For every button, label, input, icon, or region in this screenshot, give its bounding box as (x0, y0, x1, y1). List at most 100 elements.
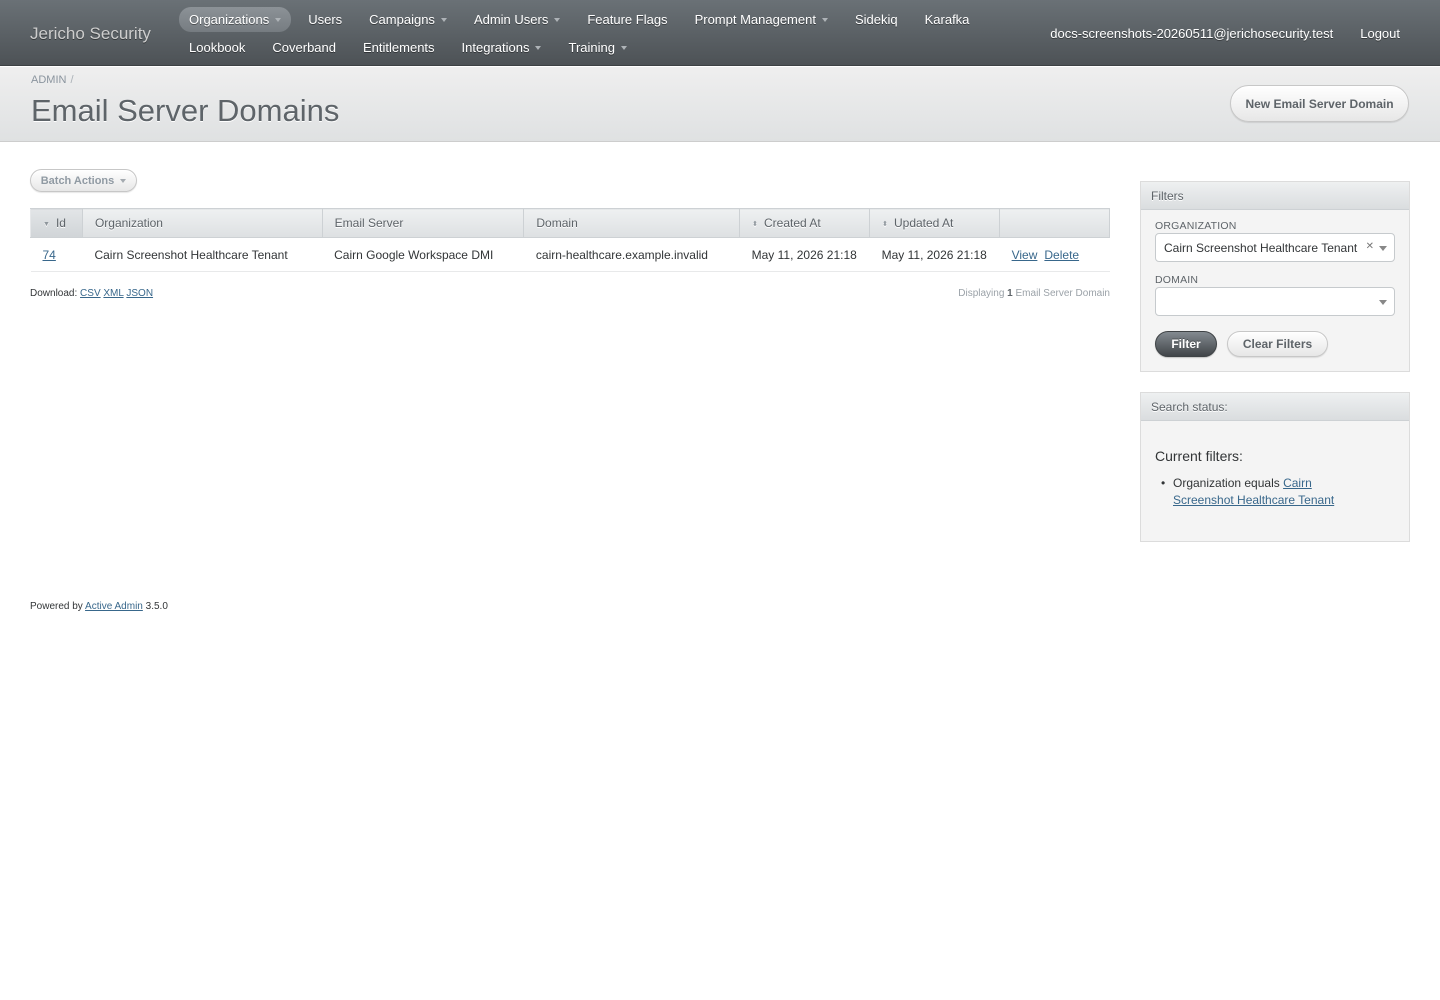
sort-icon: ⬍ (752, 221, 758, 228)
download-links: Download: CSV XML JSON (30, 288, 153, 299)
nav-label: Coverband (272, 40, 336, 55)
top-header: Jericho Security Organizations Users Cam… (0, 0, 1440, 66)
chevron-down-icon (1379, 246, 1387, 251)
chevron-down-icon (120, 178, 127, 183)
title-bar: ADMIN / Email Server Domains New Email Se… (0, 66, 1440, 142)
column-organization: Organization (81, 208, 323, 238)
organization-filter-select[interactable]: Cairn Screenshot Healthcare Tenant ✕ (1155, 233, 1395, 262)
nav-feature-flags[interactable]: Feature Flags (577, 7, 677, 32)
column-domain: Domain (523, 208, 741, 238)
filters-panel: Filters ORGANIZATION Cairn Screenshot He… (1140, 181, 1410, 372)
clear-selection-icon[interactable]: ✕ (1366, 241, 1374, 252)
column-actions (999, 208, 1110, 238)
search-status-panel: Search status: Current filters: • Organi… (1140, 392, 1410, 542)
download-csv-link[interactable]: CSV (80, 288, 101, 299)
breadcrumb-admin[interactable]: ADMIN (31, 74, 66, 86)
nav-organizations[interactable]: Organizations (179, 7, 292, 32)
pagination-prefix: Displaying (958, 288, 1005, 299)
record-id-link[interactable]: 74 (43, 248, 56, 262)
nav-sidekiq[interactable]: Sidekiq (845, 7, 908, 32)
footer-powered-by: Powered by (30, 601, 83, 612)
pagination-suffix: Email Server Domain (1015, 288, 1110, 299)
current-filter-entry: • Organization equals Cairn Screenshot H… (1161, 475, 1361, 509)
column-created-at[interactable]: ⬍ Created At (739, 208, 871, 238)
pagination-count: 1 (1007, 288, 1013, 299)
chevron-down-icon (535, 45, 542, 50)
active-admin-link[interactable]: Active Admin (85, 601, 143, 612)
table-header-row: ▼ Id Organization Email Server Domain ⬍ Cr… (30, 208, 1110, 238)
chevron-down-icon (620, 45, 627, 50)
chevron-down-icon (440, 17, 447, 22)
nav-label: Organizations (189, 12, 270, 27)
nav-label: Karafka (924, 12, 970, 27)
email-server-domains-table: ▼ Id Organization Email Server Domain ⬍ Cr… (30, 208, 1110, 272)
sort-desc-icon: ▼ (43, 221, 50, 228)
nav-label: Training (568, 40, 615, 55)
chevron-down-icon (1379, 300, 1387, 305)
batch-actions-label: Batch Actions (40, 174, 115, 187)
nav-campaigns[interactable]: Campaigns (359, 7, 457, 32)
filter-button[interactable]: Filter (1155, 331, 1217, 357)
search-status-title: Search status: (1141, 393, 1409, 421)
column-updated-at[interactable]: ⬍ Updated At (869, 208, 1001, 238)
page-title: Email Server Domains (31, 93, 340, 128)
nav-entitlements[interactable]: Entitlements (353, 35, 445, 60)
view-link[interactable]: View (1012, 248, 1038, 262)
nav-prompt-management[interactable]: Prompt Management (685, 7, 838, 32)
download-xml-link[interactable]: XML (103, 288, 123, 299)
nav-label: Admin Users (473, 12, 549, 27)
breadcrumb: ADMIN / (31, 74, 74, 86)
pagination-info: Displaying 1 Email Server Domain (958, 288, 1110, 299)
filter-entry-prefix: Organization equals (1173, 476, 1280, 490)
organization-filter-value: Cairn Screenshot Healthcare Tenant (1164, 240, 1358, 255)
cell-updated-at: May 11, 2026 21:18 (869, 237, 1000, 272)
nav-label: Sidekiq (854, 12, 898, 27)
batch-actions-button[interactable]: Batch Actions (30, 169, 137, 192)
chevron-down-icon (821, 17, 828, 22)
nav-karafka[interactable]: Karafka (915, 7, 980, 32)
filters-panel-title: Filters (1141, 182, 1409, 210)
column-label: Domain (536, 216, 578, 230)
logout-link[interactable]: Logout (1360, 26, 1400, 41)
nav-training[interactable]: Training (558, 35, 636, 60)
nav-lookbook[interactable]: Lookbook (179, 35, 255, 60)
main-nav-row-2: Lookbook Coverband Entitlements Integrat… (179, 35, 644, 60)
site-title: Jericho Security (30, 24, 151, 43)
cell-organization: Cairn Screenshot Healthcare Tenant (82, 237, 323, 272)
column-label: Email Server (334, 216, 404, 230)
nav-integrations[interactable]: Integrations (452, 35, 552, 60)
nav-label: Integrations (461, 40, 530, 55)
delete-link[interactable]: Delete (1044, 248, 1079, 262)
clear-filters-button[interactable]: Clear Filters (1227, 331, 1328, 357)
chevron-down-icon (554, 17, 561, 22)
organization-filter-label: ORGANIZATION (1155, 220, 1237, 232)
bullet-icon: • (1161, 476, 1166, 490)
column-email-server: Email Server (321, 208, 525, 238)
nav-admin-users[interactable]: Admin Users (464, 7, 570, 32)
nav-label: Feature Flags (587, 12, 668, 27)
nav-users[interactable]: Users (298, 7, 352, 32)
nav-coverband[interactable]: Coverband (262, 35, 346, 60)
new-email-server-domain-button[interactable]: New Email Server Domain (1230, 85, 1409, 122)
main-nav-row-1: Organizations Users Campaigns Admin User… (179, 7, 986, 32)
column-label: Id (55, 216, 66, 230)
cell-domain: cairn-healthcare.example.invalid (523, 237, 740, 272)
nav-label: Users (308, 12, 343, 27)
column-label: Organization (94, 216, 163, 230)
nav-label: Entitlements (363, 40, 435, 55)
download-json-link[interactable]: JSON (126, 288, 153, 299)
domain-filter-select[interactable] (1155, 287, 1395, 316)
nav-label: Prompt Management (694, 12, 816, 27)
utility-nav: docs-screenshots-20260511@jerichosecurit… (1050, 26, 1400, 41)
cell-id: 74 (30, 237, 83, 272)
current-filters-heading: Current filters: (1155, 448, 1243, 464)
chevron-down-icon (275, 17, 282, 22)
column-id[interactable]: ▼ Id (30, 208, 83, 238)
cell-actions: View Delete (999, 237, 1110, 272)
download-label: Download: (30, 288, 78, 299)
nav-label: Campaigns (369, 12, 435, 27)
footer-version: 3.5.0 (145, 601, 168, 612)
domain-filter-label: DOMAIN (1155, 274, 1199, 286)
column-label: Created At (764, 216, 821, 230)
current-user-email[interactable]: docs-screenshots-20260511@jerichosecurit… (1050, 26, 1333, 41)
